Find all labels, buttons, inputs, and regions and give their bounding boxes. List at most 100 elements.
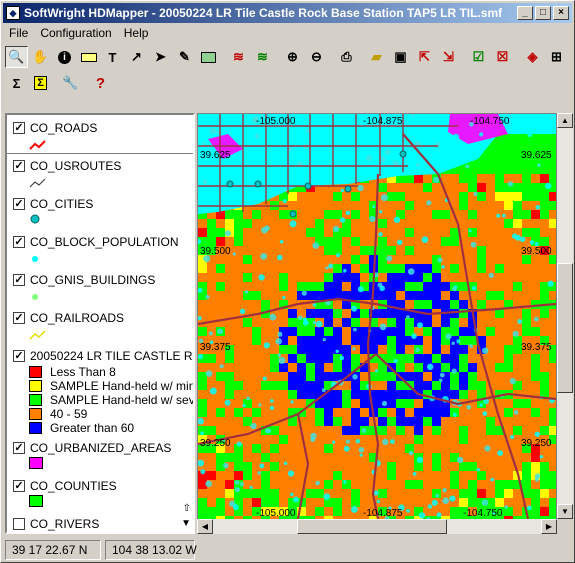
legend-class: Greater than 60 [29,421,134,435]
sum-table-icon[interactable]: Σ [29,72,52,94]
legend-class: SAMPLE Hand-held w/ severe [29,393,193,407]
map-vertical-scrollbar[interactable]: ▲ ▼ [557,113,573,519]
scroll-left-icon[interactable]: ◀ [197,519,213,534]
add-layer-icon[interactable]: ⊞ [545,46,568,68]
menu-help[interactable]: Help [118,26,155,40]
layer-co-gnis-buildings[interactable]: ✓ CO_GNIS_BUILDINGS [13,273,155,287]
app-window: ◆ SoftWright HDMapper - 20050224 LR Tile… [0,0,575,563]
coord-label-bottom: -105.000 [256,508,296,519]
layer-co-rivers[interactable]: CO_RIVERS [13,517,99,531]
coord-label-left: 39.375 [200,342,231,353]
scroll-right-icon[interactable]: ▶ [541,519,557,534]
layer-checkbox[interactable] [13,518,25,530]
layer-label: CO_GNIS_BUILDINGS [30,273,156,287]
layer-label: CO_USROUTES [30,159,122,173]
scroll-up-icon[interactable]: ▲ [557,113,573,128]
close-button[interactable]: × [553,6,569,20]
menu-bar: File Configuration Help [3,24,154,42]
status-latitude: 39 17 22.67 N [5,540,101,560]
text-icon[interactable]: T [101,46,124,68]
road-symbol-icon [29,140,46,150]
layer-co-usroutes[interactable]: ✓ CO_USROUTES [13,159,121,173]
coord-label-top: -104.875 [363,116,403,127]
map-canvas[interactable]: -105.000 -104.875 -104.750 -105.000 -104… [195,111,558,525]
layer-checkbox[interactable]: ✓ [13,442,25,454]
layer-co-counties[interactable]: ✓ CO_COUNTIES [13,479,117,493]
urban-swatch [29,457,43,469]
route-symbol-icon [29,178,46,188]
layer-co-railroads[interactable]: ✓ CO_RAILROADS [13,311,124,325]
coord-label-bottom: -104.875 [363,508,403,519]
layer-checkbox[interactable]: ✓ [13,160,25,172]
export-icon[interactable]: ⇱ [413,46,436,68]
layer-label: CO_BLOCK_POPULATION [30,235,179,249]
minimize-button[interactable]: _ [517,6,533,20]
polygon-icon[interactable] [197,46,220,68]
layer-checkbox[interactable]: ✓ [13,274,25,286]
open-folder-icon[interactable]: ▰ [365,46,388,68]
coord-label-left: 39.250 [200,438,231,449]
info-icon[interactable]: i [53,46,76,68]
scroll-down-icon[interactable]: ▼ [557,504,573,519]
zoom-in-icon[interactable]: ⊕ [281,46,304,68]
horizontal-scroll-thumb[interactable] [297,519,447,534]
layer-checkbox[interactable]: ✓ [13,480,25,492]
layers-icon[interactable]: ≋ [227,46,250,68]
toolbar-secondary: Σ Σ 🔧 ? [5,71,113,95]
title-bar[interactable]: ◆ SoftWright HDMapper - 20050224 LR Tile… [3,3,572,23]
layer-co-cities[interactable]: ✓ CO_CITIES [13,197,93,211]
stack-layers-icon[interactable]: ◈ [521,46,544,68]
print-icon[interactable]: ⎙ [335,46,358,68]
settings-wrench-icon[interactable]: 🔧 [59,72,82,94]
coord-label-right: 39.250 [521,438,552,449]
legend-scroll-up-icon[interactable]: ⇧ [183,503,191,514]
coord-label-right: 39.500 [521,246,552,257]
map-view[interactable]: -105.000 -104.875 -104.750 -105.000 -104… [195,111,558,534]
legend-scroll-down-icon[interactable]: ▼ [181,518,191,529]
layer-checkbox[interactable]: ✓ [13,236,25,248]
measure-icon[interactable]: ↗ [125,46,148,68]
class-swatch [29,366,42,378]
toolbar-main: 🔍 ✋ i T ↗ ➤ ✎ ≋ ≋ ⊕ ⊖ ⎙ ▰ ▣ ⇱ ⇲ ☑ ☒ ◈ ⊞ [5,45,569,69]
check-edit-icon[interactable]: ☑ [467,46,490,68]
class-swatch [29,422,42,434]
railroad-symbol-icon [29,330,46,340]
layer-label: CO_CITIES [30,197,94,211]
class-label: Greater than 60 [50,421,135,435]
layer-checkbox[interactable]: ✓ [13,198,25,210]
layer-co-urbanized-areas[interactable]: ✓ CO_URBANIZED_AREAS [13,441,171,455]
pan-hand-icon[interactable]: ✋ [29,46,52,68]
menu-configuration[interactable]: Configuration [34,26,117,40]
edit-pointer-icon[interactable]: ✎ [173,46,196,68]
coord-label-right: 39.625 [521,150,552,161]
county-swatch [29,495,43,507]
layer-label: CO_RAILROADS [30,311,125,325]
menu-file[interactable]: File [3,26,34,40]
layer-co-block-population[interactable]: ✓ CO_BLOCK_POPULATION [13,235,179,249]
label-icon[interactable] [77,46,100,68]
vertical-scroll-thumb[interactable] [557,263,573,393]
layer-checkbox[interactable]: ✓ [13,350,25,362]
delete-item-icon[interactable]: ☒ [491,46,514,68]
zoom-select-icon[interactable]: 🔍 [5,46,28,68]
map-horizontal-scrollbar[interactable]: ◀ ▶ [197,519,557,534]
help-icon[interactable]: ? [89,72,112,94]
layer-coverage-tile[interactable]: ✓ 20050224 LR TILE CASTLE ROCK [13,349,193,363]
coord-label-left: 39.500 [200,246,231,257]
layer-checkbox[interactable]: ✓ [13,122,25,134]
legend-panel[interactable]: ✓ CO_ROADS ✓ CO_USROUTES ✓ CO_CITIES ✓ C… [5,113,195,534]
layer-co-roads[interactable]: ✓ CO_ROADS [13,121,97,135]
select-arrow-icon[interactable]: ➤ [149,46,172,68]
layer-checkbox[interactable]: ✓ [13,312,25,324]
maximize-button[interactable]: □ [535,6,551,20]
sum-icon[interactable]: Σ [5,72,28,94]
class-swatch [29,380,42,392]
window-title: SoftWright HDMapper - 20050224 LR Tile C… [24,6,503,20]
zoom-out-icon[interactable]: ⊖ [305,46,328,68]
coord-label-bottom: -104.750 [463,508,503,519]
coord-label-top: -104.750 [470,116,510,127]
layer-properties-icon[interactable]: ≋ [251,46,274,68]
coord-label-left: 39.625 [200,150,231,161]
import-icon[interactable]: ⇲ [437,46,460,68]
save-icon[interactable]: ▣ [389,46,412,68]
